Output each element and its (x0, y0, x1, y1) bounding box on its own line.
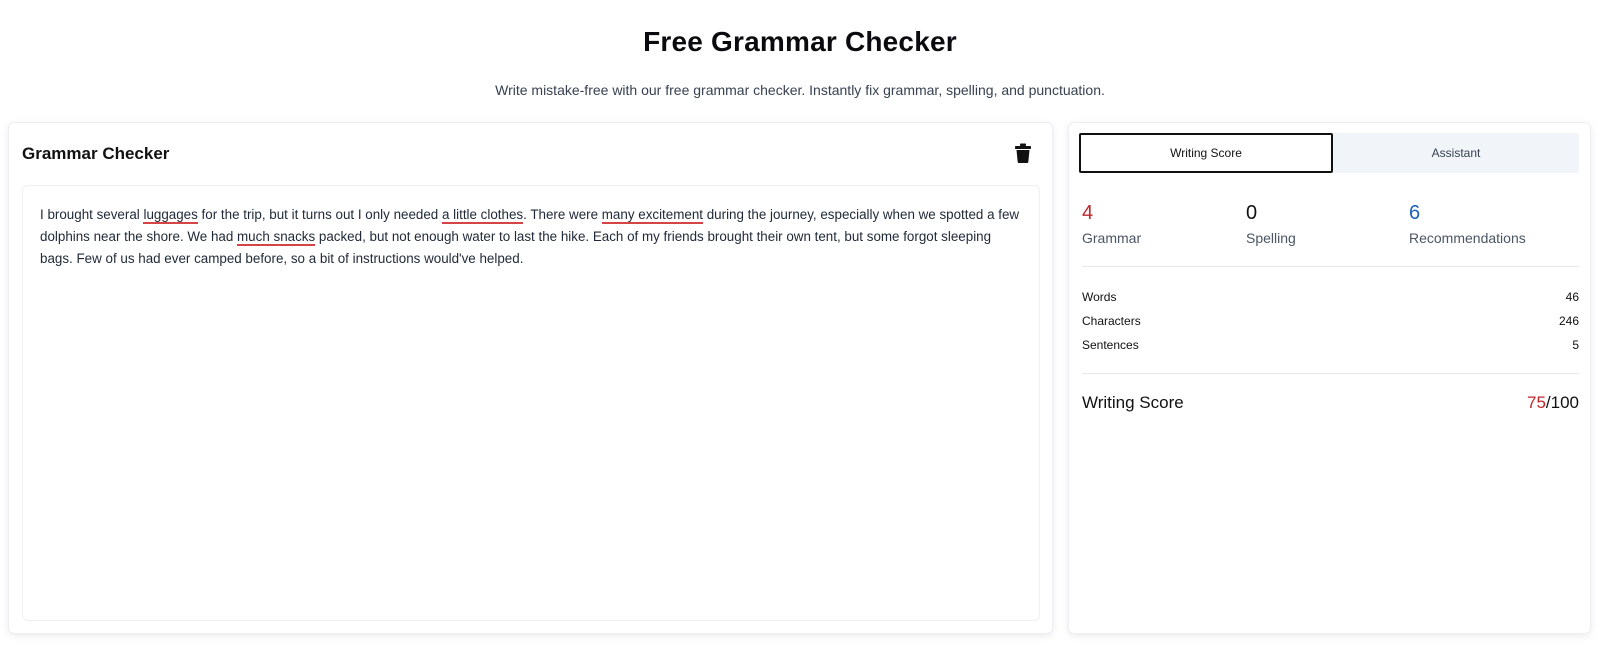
stat-value: 6 (1409, 202, 1421, 224)
page-title: Free Grammar Checker (643, 26, 957, 57)
text-input-area[interactable]: I brought several luggages for the trip,… (22, 185, 1040, 621)
stat-value: 0 (1246, 202, 1258, 224)
divider (1082, 266, 1579, 267)
stat-label: Grammar (1082, 230, 1142, 246)
stat-label: Recommendations (1409, 230, 1526, 246)
count-row-sentences: Sentences 5 (1082, 338, 1579, 352)
grammar-error-highlight[interactable]: luggages (143, 207, 198, 224)
writing-score-value: 75/100 (1527, 393, 1579, 413)
count-row-words: Words 46 (1082, 290, 1579, 304)
grammar-error-highlight[interactable]: much snacks (237, 229, 316, 246)
writing-score-label: Writing Score (1082, 393, 1184, 412)
writing-score-row: Writing Score 75/100 (1082, 393, 1579, 413)
count-row-characters: Characters 246 (1082, 314, 1579, 328)
stat-value: 4 (1082, 202, 1094, 224)
stat-grammar[interactable]: 4 Grammar (1082, 201, 1141, 246)
trash-icon (1015, 143, 1031, 163)
editor-card: Grammar Checker I brought several luggag… (8, 122, 1053, 634)
page-subtitle: Write mistake-free with our free grammar… (495, 82, 1105, 98)
tab-writing-score[interactable]: Writing Score (1079, 133, 1333, 173)
panel-tabs: Writing Score Assistant (1079, 133, 1579, 173)
grammar-error-highlight[interactable]: a little clothes (441, 207, 524, 224)
count-value: 46 (1565, 290, 1579, 304)
editor-title: Grammar Checker (22, 144, 170, 163)
stat-spelling[interactable]: 0 Spelling (1246, 201, 1296, 246)
text-segment: . There were (523, 207, 602, 222)
grammar-error-highlight[interactable]: many excitement (601, 207, 703, 224)
score-max: /100 (1545, 393, 1579, 412)
count-value: 5 (1572, 338, 1579, 352)
clear-text-button[interactable] (1014, 143, 1032, 163)
count-label: Words (1082, 290, 1117, 304)
stat-label: Spelling (1246, 230, 1296, 246)
divider (1082, 373, 1579, 374)
score-panel: Writing Score Assistant 4 Grammar 0 Spel… (1068, 122, 1591, 634)
text-segment: I brought several (40, 207, 144, 222)
count-label: Characters (1082, 314, 1141, 328)
count-value: 246 (1558, 314, 1579, 328)
tab-assistant[interactable]: Assistant (1333, 133, 1579, 173)
score-number: 75 (1526, 393, 1546, 412)
text-segment: for the trip, but it turns out I only ne… (197, 207, 442, 222)
stat-recommendations[interactable]: 6 Recommendations (1409, 201, 1526, 246)
count-label: Sentences (1082, 338, 1139, 352)
